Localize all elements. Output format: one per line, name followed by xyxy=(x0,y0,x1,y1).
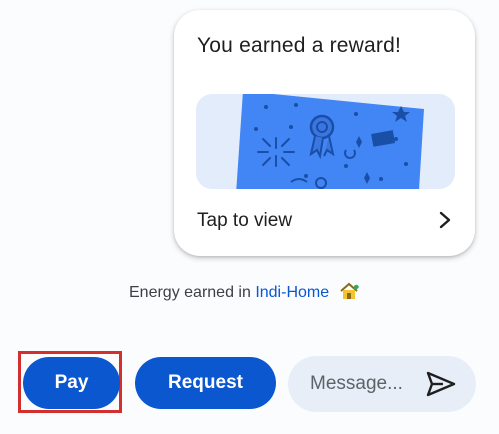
indi-home-link[interactable]: Indi-Home xyxy=(255,284,329,301)
message-composer xyxy=(288,356,476,412)
tap-to-view-row[interactable]: Tap to view xyxy=(197,206,452,234)
reward-title: You earned a reward! xyxy=(197,34,402,57)
send-icon[interactable] xyxy=(425,370,457,398)
house-icon xyxy=(339,282,359,299)
pay-button[interactable]: Pay xyxy=(23,357,120,409)
reward-card[interactable]: You earned a reward! Tap to view xyxy=(174,10,475,256)
tap-to-view-label: Tap to view xyxy=(197,210,293,231)
reward-banner xyxy=(196,94,455,189)
energy-earned-text: Energy earned in Indi-Home xyxy=(129,282,360,302)
energy-prefix: Energy earned in xyxy=(129,284,251,301)
chevron-right-icon xyxy=(439,211,451,229)
request-button[interactable]: Request xyxy=(135,357,276,409)
reward-scratch-card-illustration xyxy=(236,94,424,189)
message-input[interactable] xyxy=(310,370,420,398)
